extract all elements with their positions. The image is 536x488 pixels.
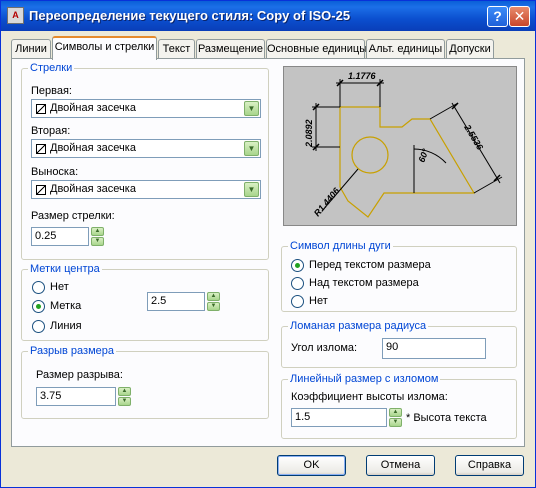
center-none-label: Нет — [50, 281, 69, 293]
cancel-button[interactable]: Отмена — [366, 455, 435, 476]
first-arrow-value: Двойная засечка — [50, 102, 136, 114]
spin-up-icon[interactable]: ▲ — [389, 408, 402, 417]
second-arrow-select[interactable]: Двойная засечка ▼ — [31, 139, 261, 158]
arc-none-radio[interactable] — [291, 295, 304, 308]
linear-jog-group-title: Линейный размер с изломом — [288, 373, 441, 385]
tab-tolerances[interactable]: Допуски — [446, 39, 494, 59]
center-line-radio[interactable] — [32, 320, 45, 333]
jog-factor-input[interactable]: 1.5 — [291, 408, 387, 427]
tab-alt-units[interactable]: Альт. единицы — [366, 39, 445, 59]
leader-arrow-select[interactable]: Двойная засечка ▼ — [31, 180, 261, 199]
jog-angle-label: Угол излома: — [291, 342, 358, 354]
help-button[interactable]: Справка — [455, 455, 524, 476]
arc-none-label: Нет — [309, 295, 328, 307]
center-mark-label: Метка — [50, 300, 82, 312]
spin-down-icon[interactable]: ▼ — [91, 237, 104, 246]
arc-before-radio[interactable] — [291, 259, 304, 272]
center-none-radio[interactable] — [32, 281, 45, 294]
break-size-stepper[interactable]: ▲ ▼ — [118, 387, 131, 406]
arc-above-label: Над текстом размера — [309, 277, 419, 289]
tab-text[interactable]: Текст — [158, 39, 195, 59]
preview-circle — [351, 136, 389, 174]
dialog-window: A Переопределение текущего стиля: Copy o… — [0, 0, 536, 488]
dim-break-group-title: Разрыв размера — [28, 345, 117, 357]
center-marks-group: Метки центра Нет Метка Линия 2.5 ▲ ▼ — [21, 263, 269, 341]
arc-above-radio[interactable] — [291, 277, 304, 290]
arc-length-group-title: Символ длины дуги — [288, 240, 393, 252]
chevron-down-icon[interactable]: ▼ — [244, 141, 259, 156]
jog-angle-input[interactable]: 90 — [382, 338, 486, 359]
tab-panel: Стрелки Первая: Двойная засечка ▼ Вторая… — [11, 58, 525, 447]
jog-factor-label: Коэффициент высоты излома: — [291, 391, 448, 403]
arc-length-group: Символ длины дуги Перед текстом размера … — [281, 240, 517, 312]
linear-jog-group: Линейный размер с изломом Коэффициент вы… — [281, 373, 517, 439]
arrow-size-input[interactable]: 0.25 — [31, 227, 89, 246]
arrow-size-stepper[interactable]: ▲ ▼ — [91, 227, 104, 246]
center-mark-size-input[interactable]: 2.5 — [147, 292, 205, 311]
arrow-swatch-icon — [36, 144, 46, 154]
jog-radius-group-title: Ломаная размера радиуса — [288, 320, 429, 332]
spin-up-icon[interactable]: ▲ — [207, 292, 220, 301]
dim-left-text: 2.0892 — [304, 119, 314, 148]
arc-before-label: Перед текстом размера — [309, 259, 431, 271]
jog-radius-group: Ломаная размера радиуса Угол излома: 90 — [281, 320, 517, 368]
tab-primary-units[interactable]: Основные единицы — [266, 39, 367, 59]
ok-button[interactable]: OK — [277, 455, 346, 476]
spin-down-icon[interactable]: ▼ — [389, 418, 402, 427]
chevron-down-icon[interactable]: ▼ — [244, 182, 259, 197]
center-line-label: Линия — [50, 320, 82, 332]
spin-up-icon[interactable]: ▲ — [91, 227, 104, 236]
dim-break-group: Разрыв размера Размер разрыва: 3.75 ▲ ▼ — [21, 345, 269, 419]
title-help-button[interactable]: ? — [487, 6, 508, 27]
first-arrow-select[interactable]: Двойная засечка ▼ — [31, 99, 261, 118]
first-arrow-label: Первая: — [31, 85, 72, 97]
jog-factor-suffix: * Высота текста — [406, 412, 487, 424]
title-bar[interactable]: A Переопределение текущего стиля: Copy o… — [1, 1, 535, 31]
arrow-swatch-icon — [36, 185, 46, 195]
preview-part-outline — [339, 106, 476, 218]
center-mark-size-stepper[interactable]: ▲ ▼ — [207, 292, 220, 311]
arrows-group: Стрелки Первая: Двойная засечка ▼ Вторая… — [21, 62, 269, 260]
break-size-label: Размер разрыва: — [36, 369, 123, 381]
leader-arrow-label: Выноска: — [31, 166, 79, 178]
spin-down-icon[interactable]: ▼ — [207, 302, 220, 311]
close-button[interactable]: ✕ — [509, 6, 530, 27]
tab-lines[interactable]: Линии — [11, 39, 51, 59]
arrows-group-title: Стрелки — [28, 62, 75, 74]
second-arrow-value: Двойная засечка — [50, 142, 136, 154]
tab-fit[interactable]: Размещение — [196, 39, 265, 59]
arrow-swatch-icon — [36, 104, 46, 114]
center-marks-group-title: Метки центра — [28, 263, 102, 275]
chevron-down-icon[interactable]: ▼ — [244, 101, 259, 116]
dim-top-text: 1.1776 — [348, 71, 377, 81]
spin-down-icon[interactable]: ▼ — [118, 397, 131, 406]
preview-drawing: 1.1776 2.0892 2.5536 60° R1.4406 — [304, 71, 503, 218]
dimension-preview: 1.1776 2.0892 2.5536 60° R1.4406 — [283, 66, 517, 226]
leader-arrow-value: Двойная засечка — [50, 183, 136, 195]
break-size-input[interactable]: 3.75 — [36, 387, 116, 406]
second-arrow-label: Вторая: — [31, 125, 71, 137]
window-title: Переопределение текущего стиля: Copy of … — [29, 8, 351, 23]
spin-up-icon[interactable]: ▲ — [118, 387, 131, 396]
jog-factor-stepper[interactable]: ▲ ▼ — [389, 408, 402, 427]
dim-right-text: 2.5536 — [462, 122, 486, 152]
tab-symbols-arrows[interactable]: Символы и стрелки — [52, 36, 157, 60]
acad-icon: A — [7, 7, 24, 24]
center-mark-radio[interactable] — [32, 300, 45, 313]
arrow-size-label: Размер стрелки: — [31, 210, 115, 222]
dim-radius-text: R1.4406 — [312, 185, 342, 218]
